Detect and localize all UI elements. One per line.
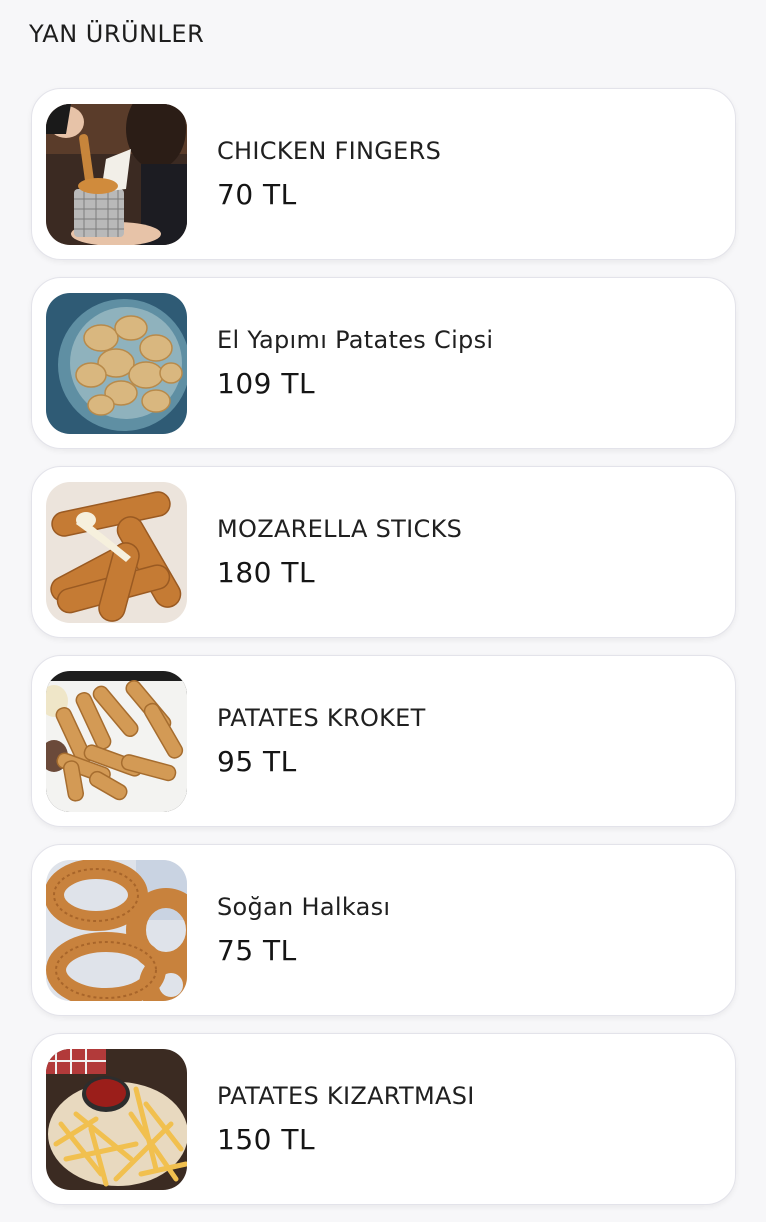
- french-fries-image: [46, 1048, 187, 1190]
- product-price: 180 TL: [217, 556, 316, 589]
- product-price: 70 TL: [217, 178, 297, 211]
- product-info: El Yapımı Patates Cipsi 109 TL: [217, 325, 493, 401]
- product-info: PATATES KROKET 95 TL: [217, 703, 426, 779]
- product-card-onion-rings[interactable]: Soğan Halkası 75 TL: [31, 844, 736, 1016]
- product-info: PATATES KIZARTMASI 150 TL: [217, 1081, 475, 1157]
- product-price: 95 TL: [217, 745, 297, 778]
- product-price: 109 TL: [217, 367, 316, 400]
- product-name: CHICKEN FINGERS: [217, 137, 442, 165]
- potato-croquette-image: [46, 670, 187, 812]
- product-card-chicken-fingers[interactable]: CHICKEN FINGERS 70 TL: [31, 88, 736, 260]
- potato-chips-image: [46, 292, 187, 434]
- product-info: MOZARELLA STICKS 180 TL: [217, 514, 462, 590]
- product-info: CHICKEN FINGERS 70 TL: [217, 136, 441, 212]
- product-name: PATATES KROKET: [217, 704, 426, 732]
- product-card-french-fries[interactable]: PATATES KIZARTMASI 150 TL: [31, 1033, 736, 1205]
- product-price: 75 TL: [217, 934, 297, 967]
- product-card-potato-croquette[interactable]: PATATES KROKET 95 TL: [31, 655, 736, 827]
- product-card-mozzarella-sticks[interactable]: MOZARELLA STICKS 180 TL: [31, 466, 736, 638]
- product-card-potato-chips[interactable]: El Yapımı Patates Cipsi 109 TL: [31, 277, 736, 449]
- mozzarella-sticks-image: [46, 481, 187, 623]
- chicken-fingers-image: [46, 103, 187, 245]
- product-name: El Yapımı Patates Cipsi: [217, 326, 494, 354]
- product-name: Soğan Halkası: [217, 893, 391, 921]
- product-name: MOZARELLA STICKS: [217, 515, 463, 543]
- product-name: PATATES KIZARTMASI: [217, 1082, 475, 1110]
- product-info: Soğan Halkası 75 TL: [217, 892, 390, 968]
- section-title: YAN ÜRÜNLER: [29, 20, 205, 48]
- onion-rings-image: [46, 859, 187, 1001]
- product-price: 150 TL: [217, 1123, 316, 1156]
- product-list: CHICKEN FINGERS 70 TL El Yapımı Patates …: [31, 88, 736, 1222]
